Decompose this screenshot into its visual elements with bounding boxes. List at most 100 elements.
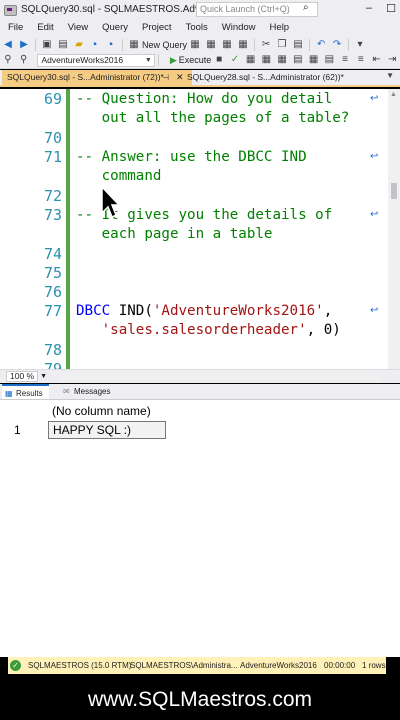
cut-icon[interactable]: ✂ [260, 39, 272, 51]
indent-icon[interactable]: ⇥ [386, 54, 398, 66]
play-icon: ▶ [169, 54, 177, 65]
menu-query[interactable]: Query [94, 22, 134, 33]
menu-file[interactable]: File [0, 22, 29, 33]
chevron-down-icon[interactable]: ▼ [40, 373, 47, 380]
word-wrap-icon: ↩ [370, 151, 379, 162]
pin-icon[interactable]: ⊣ [162, 70, 169, 85]
tab-sqlquery30[interactable]: SQLQuery30.sql - S...Administrator (72))… [2, 70, 192, 85]
menu-help[interactable]: Help [262, 22, 296, 33]
save-icon[interactable]: ▪ [89, 39, 101, 51]
new-query-icon[interactable]: ▦ [128, 39, 140, 51]
connect-icon[interactable]: ⚲ [2, 54, 14, 66]
results-to-text-icon[interactable]: ▤ [292, 54, 304, 66]
column-header[interactable]: (No column name) [48, 403, 168, 420]
code-line-dbcc: DBCC IND('AdventureWorks2016', [76, 303, 332, 319]
comment-icon[interactable]: ≡ [339, 54, 351, 66]
line-number: 78 [43, 341, 62, 359]
sql-editor-toolbar: ⚲ ⚲ AdventureWorks2016 ▼ ▶ Execute ■ ✓ ▦… [0, 52, 400, 69]
zoom-level[interactable]: 100 % [6, 371, 39, 382]
uncomment-icon[interactable]: ≡ [355, 54, 367, 66]
maximize-icon[interactable]: ☐ [386, 2, 396, 15]
line-number: 74 [43, 245, 62, 263]
line-number: 70 [43, 129, 62, 147]
stop-icon[interactable]: ■ [213, 54, 225, 66]
comma: , [323, 303, 333, 319]
forward-icon[interactable]: ▶ [18, 39, 30, 51]
menu-bar: File Edit View Query Project Tools Windo… [0, 19, 400, 36]
query-db-icon[interactable]: ▦ [189, 39, 201, 51]
code-line-wrap: command [76, 168, 162, 184]
quick-launch-input[interactable]: Quick Launch (Ctrl+Q) [196, 2, 318, 17]
disconnect-icon[interactable]: ⚲ [18, 54, 30, 66]
document-tabs: SQLQuery30.sql - S...Administrator (72))… [0, 70, 400, 87]
editor-horizontal-scrollbar[interactable] [60, 373, 380, 381]
new-query-button[interactable]: New Query [142, 40, 187, 50]
tab-results[interactable]: Results [2, 384, 49, 401]
open-folder-icon[interactable]: ▰ [73, 39, 85, 51]
new-file-icon[interactable]: ▤ [57, 39, 69, 51]
string-database: 'AdventureWorks2016' [152, 303, 324, 319]
query-dmx-icon[interactable]: ▦ [221, 39, 233, 51]
menu-tools[interactable]: Tools [178, 22, 214, 33]
query-designer-icon[interactable]: ▦ [261, 54, 273, 66]
new-project-icon[interactable]: ▣ [41, 39, 53, 51]
database-dropdown[interactable]: AdventureWorks2016 ▼ [37, 53, 155, 67]
query-status-bar: ✓ SQLMAESTROS (15.0 RTM) SQLMAESTROS\Adm… [8, 657, 386, 674]
parse-icon[interactable]: ✓ [229, 54, 241, 66]
tab-sqlquery28[interactable]: SQLQuery28.sql - S...Administrator (62))… [182, 70, 372, 85]
window-controls: – ☐ [366, 2, 396, 15]
execute-label: Execute [178, 55, 212, 65]
copy-icon[interactable]: ❐ [276, 39, 288, 51]
word-wrap-icon: ↩ [370, 305, 379, 316]
search-icon[interactable]: ⌕ [303, 2, 309, 13]
paste-icon[interactable]: ▤ [292, 39, 304, 51]
results-grid: (No column name) 1 HAPPY SQL :) [0, 399, 400, 657]
line-number: 71 [43, 148, 62, 166]
display-plan-icon[interactable]: ▦ [245, 54, 257, 66]
execute-button[interactable]: ▶ Execute [170, 55, 211, 66]
success-check-icon: ✓ [10, 660, 21, 671]
back-icon[interactable]: ◀ [2, 39, 14, 51]
include-plan-icon[interactable]: ▦ [276, 54, 288, 66]
dbcc-command: IND( [118, 303, 153, 319]
standard-toolbar: ◀ ▶ ▣ ▤ ▰ ▪ ▪ ▦ New Query ▦ ▦ ▦ ▦ ✂ ❐ ▤ … [0, 36, 400, 53]
string-table: 'sales.salesorderheader' [101, 322, 307, 338]
query-editor[interactable]: 69 -- Question: How do you detail ↩ out … [0, 89, 400, 369]
change-tracking-bar [66, 89, 70, 369]
word-wrap-icon: ↩ [370, 209, 379, 220]
outdent-icon[interactable]: ⇤ [371, 54, 383, 66]
editor-vertical-scrollbar[interactable]: ▲ [388, 89, 400, 369]
result-cell[interactable]: HAPPY SQL :) [48, 421, 166, 439]
status-rows: 1 rows [362, 661, 386, 670]
line-number: 69 [43, 90, 62, 108]
scroll-up-icon[interactable]: ▲ [390, 91, 397, 98]
redo-icon[interactable]: ↷ [331, 39, 343, 51]
code-line-wrap: each page in a table [76, 226, 273, 242]
status-user: SQLMAESTROS\Administra... [130, 661, 238, 670]
query-xmla-icon[interactable]: ▦ [237, 39, 249, 51]
menu-view[interactable]: View [60, 22, 94, 33]
code-line: -- Answer: use the DBCC IND [76, 149, 307, 165]
results-to-file-icon[interactable]: ▤ [323, 54, 335, 66]
line-number: 75 [43, 264, 62, 282]
menu-window[interactable]: Window [214, 22, 262, 33]
results-tabs: Results Messages [0, 384, 400, 401]
line-number: 72 [43, 187, 62, 205]
settings-icon[interactable]: ▾ [354, 39, 366, 51]
website-footer: www.SQLMaestros.com [0, 676, 400, 720]
query-mdx-icon[interactable]: ▦ [205, 39, 217, 51]
line-number: 77 [43, 302, 62, 320]
keyword-dbcc: DBCC [76, 303, 111, 319]
results-to-grid-icon[interactable]: ▦ [308, 54, 320, 66]
undo-icon[interactable]: ↶ [315, 39, 327, 51]
scroll-thumb[interactable] [391, 183, 397, 199]
tab-messages[interactable]: Messages [60, 384, 116, 399]
menu-project[interactable]: Project [134, 22, 178, 33]
row-number[interactable]: 1 [10, 422, 46, 439]
save-all-icon[interactable]: ▪ [105, 39, 117, 51]
code-line-wrap: out all the pages of a table? [76, 110, 350, 126]
minimize-icon[interactable]: – [366, 2, 372, 15]
menu-edit[interactable]: Edit [29, 22, 59, 33]
number-arg: 0 [323, 322, 333, 338]
tab-dropdown-icon[interactable]: ▼ [386, 71, 394, 80]
